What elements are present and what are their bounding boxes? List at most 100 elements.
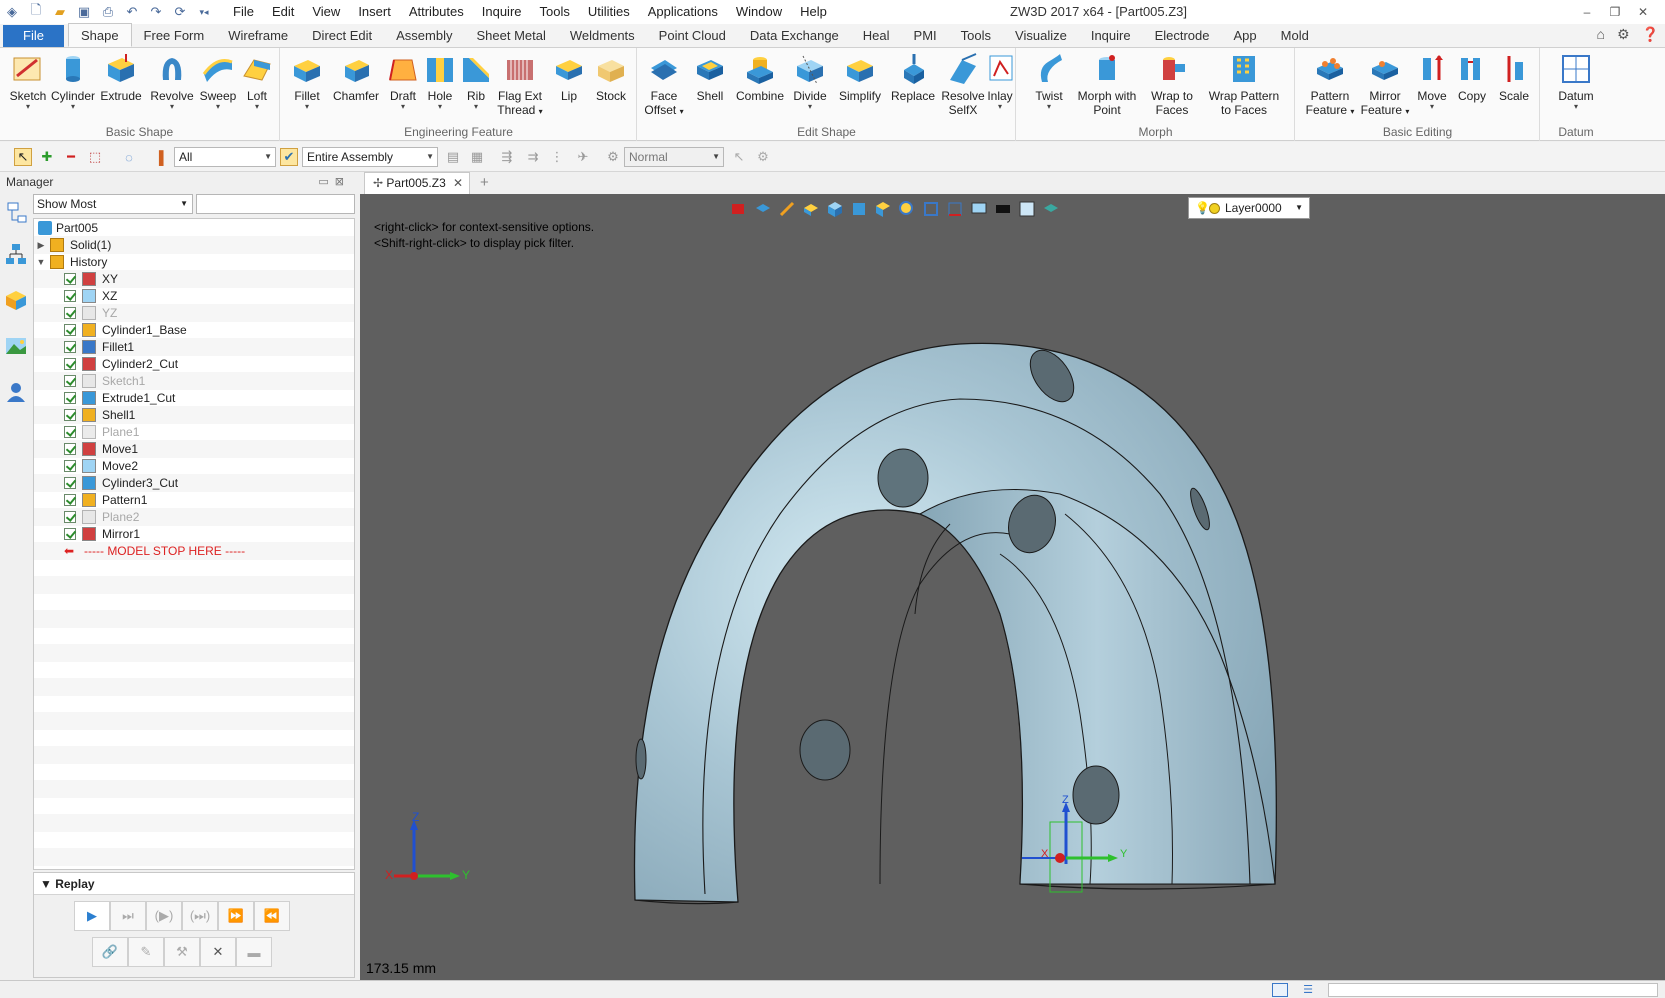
feature-checkbox[interactable] [64,290,76,302]
combine-button[interactable]: Combine [734,52,786,103]
tree-row[interactable]: YZ [34,304,354,322]
wrap-pattern-to-faces-button[interactable]: Wrap Pattern to Faces [1201,52,1287,117]
toolbar-tool-1-icon[interactable]: ▤ [444,148,462,166]
simplify-button[interactable]: Simplify [834,52,886,103]
tree-row[interactable]: ▼ History [34,253,354,271]
assembly-scope-icon[interactable]: ✔ [280,148,298,166]
status-list-icon[interactable]: ☰ [1300,983,1316,997]
tree-row[interactable]: XY [34,270,354,288]
model-stop-marker[interactable]: ⬅ ----- MODEL STOP HERE ----- [34,542,354,560]
status-input[interactable] [1328,983,1658,997]
status-view-icon[interactable] [1272,983,1288,997]
tab-weldments[interactable]: Weldments [558,25,647,47]
print-icon[interactable]: ⎙ [98,2,118,22]
feature-checkbox[interactable] [64,375,76,387]
tab-assembly[interactable]: Assembly [384,25,464,47]
menu-window[interactable]: Window [727,0,791,24]
morph-with-point-button[interactable]: Morph with Point [1071,52,1143,117]
collapse-ribbon-icon[interactable]: ⌂ [1597,26,1605,43]
tree-row[interactable]: Cylinder3_Cut [34,474,354,492]
replay-step-into-button[interactable]: (▶) [146,901,182,931]
fillet-button[interactable]: Fillet ▾ [285,52,329,111]
tab-pmi[interactable]: PMI [902,25,949,47]
tree-row[interactable]: Shell1 [34,406,354,424]
shell-button[interactable]: Shell [690,52,730,103]
expand-icon[interactable]: ▶ [36,236,46,254]
feature-checkbox[interactable] [64,409,76,421]
feature-checkbox[interactable] [64,511,76,523]
feature-checkbox[interactable] [64,324,76,336]
repeat-icon[interactable]: ⟳ [170,2,190,22]
tree-row[interactable]: Part005 [34,219,354,237]
replay-step-over-button[interactable]: (⏭) [182,901,218,931]
save-icon[interactable]: ▣ [74,2,94,22]
hole-button[interactable]: Hole ▾ [423,52,457,111]
replay-folder-button[interactable]: ▬ [236,937,272,967]
pick-lasso-icon[interactable]: ◌ [120,148,138,166]
stock-button[interactable]: Stock [589,52,633,103]
divide-button[interactable]: Divide ▾ [788,52,832,111]
snap-settings-icon[interactable]: ⚙ [604,148,622,166]
close-tab-icon[interactable]: ✕ [453,173,463,194]
tab-direct-edit[interactable]: Direct Edit [300,25,384,47]
tree-search-input[interactable] [196,194,355,214]
copy-button[interactable]: Copy [1452,52,1492,103]
feature-checkbox[interactable] [64,477,76,489]
graphics-viewport[interactable]: <right-click> for context-sensitive opti… [360,194,1665,980]
filter-icon[interactable]: ▐ [150,148,168,166]
mode-select[interactable]: Normal ▼ [624,147,724,167]
extrude-button[interactable]: Extrude [98,52,144,103]
toolbar-tool-8-icon[interactable]: ⚙ [754,148,772,166]
menu-attributes[interactable]: Attributes [400,0,473,24]
new-tab-icon[interactable]: + [480,172,489,194]
loft-button[interactable]: Loft ▾ [240,52,274,111]
replace-button[interactable]: Replace [888,52,938,103]
history-manager-icon[interactable] [4,200,28,224]
tree-row[interactable]: XZ [34,287,354,305]
sketch-button[interactable]: Sketch ▾ [6,52,50,111]
menu-view[interactable]: View [303,0,349,24]
sweep-button[interactable]: Sweep ▾ [196,52,240,111]
feature-checkbox[interactable] [64,273,76,285]
datum-button[interactable]: Datum ▾ [1553,52,1599,111]
feature-checkbox[interactable] [64,443,76,455]
close-icon[interactable]: ✕ [1629,0,1657,24]
add-pick-icon[interactable]: ✚ [38,148,56,166]
wrap-to-faces-button[interactable]: Wrap to Faces [1147,52,1197,117]
flag-ext-thread-button[interactable]: Flag Ext Thread ▾ [495,52,545,119]
menu-insert[interactable]: Insert [349,0,400,24]
toolbar-tool-4-icon[interactable]: ⇉ [524,148,542,166]
visual-manager-icon[interactable] [4,334,28,358]
feature-checkbox[interactable] [64,392,76,404]
replay-rewind-button[interactable]: ⏪ [254,901,290,931]
replay-tool-button[interactable]: ⚒ [164,937,200,967]
undo-icon[interactable]: ↶ [122,2,142,22]
feature-checkbox[interactable] [64,307,76,319]
menu-tools[interactable]: Tools [531,0,579,24]
assembly-manager-icon[interactable] [4,242,28,266]
pattern-feature-button[interactable]: Pattern Feature ▾ [1302,52,1358,119]
tab-inquire[interactable]: Inquire [1079,25,1143,47]
tree-row[interactable]: Plane2 [34,508,354,526]
restore-icon[interactable]: ❐ [1601,0,1629,24]
collapse-icon[interactable]: ▼ [36,253,46,271]
menu-help[interactable]: Help [791,0,836,24]
tab-sheet-metal[interactable]: Sheet Metal [465,25,558,47]
tree-row[interactable]: Extrude1_Cut [34,389,354,407]
feature-checkbox[interactable] [64,460,76,472]
pick-box-icon[interactable]: ⬚ [86,148,104,166]
tab-mold[interactable]: Mold [1269,25,1321,47]
menu-file[interactable]: File [224,0,263,24]
feature-checkbox[interactable] [64,494,76,506]
toolbar-tool-2-icon[interactable]: ▦ [468,148,486,166]
tree-row[interactable]: Cylinder2_Cut [34,355,354,373]
tree-row[interactable]: ▶ Solid(1) [34,236,354,254]
minimize-icon[interactable]: – [1573,0,1601,24]
replay-step-button[interactable]: ⏭ [110,901,146,931]
tab-free-form[interactable]: Free Form [132,25,217,47]
feature-checkbox[interactable] [64,528,76,540]
tree-row[interactable]: Pattern1 [34,491,354,509]
settings-gear-icon[interactable]: ⚙ [1617,26,1630,43]
tab-heal[interactable]: Heal [851,25,902,47]
tab-data-exchange[interactable]: Data Exchange [738,25,851,47]
